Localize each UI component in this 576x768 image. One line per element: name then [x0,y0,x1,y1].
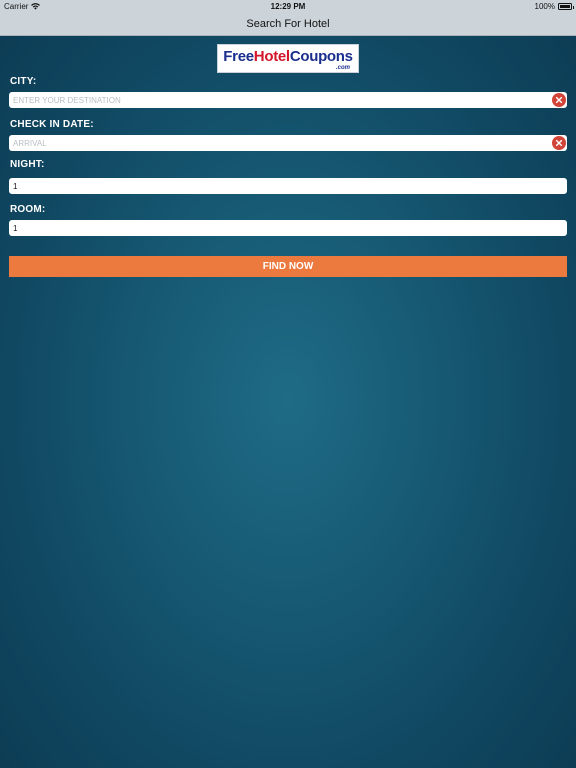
status-time: 12:29 PM [270,2,306,11]
logo-wordmark: FreeHotelCoupons [218,45,358,65]
battery-group: 100% [534,2,574,11]
nav-title: Search For Hotel [0,13,576,36]
checkin-input[interactable] [9,136,539,150]
room-input[interactable] [9,221,539,235]
status-bar: Carrier 12:29 PM 100% [0,0,576,13]
logo-part-hotel: Hotel [253,48,290,65]
battery-icon [558,3,574,10]
room-label: ROOM: [10,204,46,215]
battery-percent: 100% [534,2,555,11]
checkin-clear-button[interactable] [552,136,566,150]
city-label: CITY: [10,76,37,87]
night-field [9,178,567,194]
find-now-button[interactable]: FIND NOW [9,256,567,277]
room-field [9,220,567,236]
logo-suffix: .com [335,65,350,71]
brand-logo: FreeHotelCoupons .com [217,44,359,73]
city-field [9,92,567,108]
checkin-label: CHECK IN DATE: [10,119,94,130]
city-input[interactable] [9,93,539,107]
logo-part-coupons: Coupons [289,48,353,65]
night-label: NIGHT: [10,159,45,170]
checkin-field [9,135,567,151]
clear-icon [555,139,563,147]
clear-icon [555,96,563,104]
city-clear-button[interactable] [552,93,566,107]
night-input[interactable] [9,179,539,193]
logo-part-free: Free [223,48,254,65]
